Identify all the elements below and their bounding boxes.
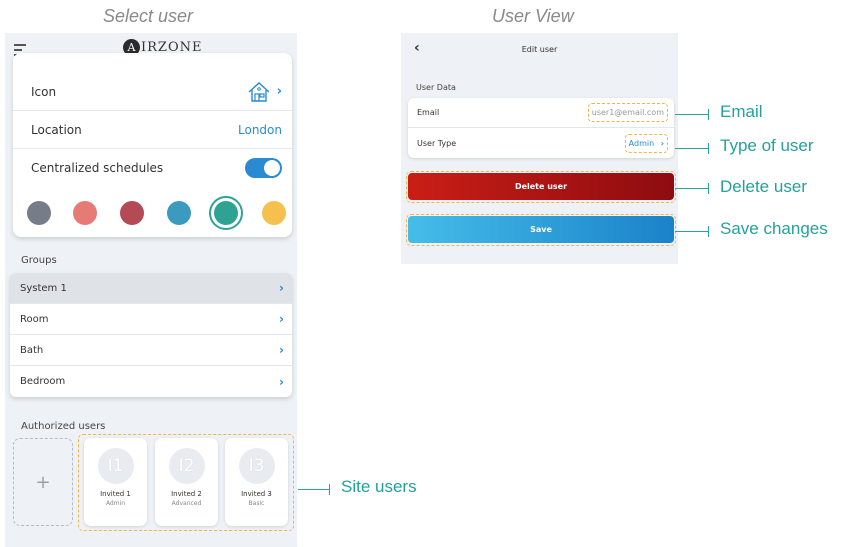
group-row-system-1[interactable]: System 1 › [10,273,292,304]
user-name: Invited 1 [100,490,131,498]
email-label: Email [417,108,440,117]
delete-callout-line [675,188,709,189]
color-swatch-2[interactable] [120,201,144,225]
chevron-right-icon: › [276,84,282,99]
save-label: Save [530,225,552,234]
user-type: Admin [105,500,126,507]
user-data-card: Email user1@email.com User Type Admin › [408,98,674,158]
group-label: Room [20,313,49,325]
chevron-right-icon: › [279,312,284,326]
group-label: Bath [20,344,44,356]
select-user-screen: A IRZONE Icon › Location London Centrali… [5,33,297,547]
color-swatch-5[interactable] [262,201,286,225]
add-user-button[interactable]: + [13,438,73,526]
color-swatch-1[interactable] [73,201,97,225]
group-label: System 1 [20,282,67,294]
user-type: Basic [248,500,265,507]
delete-callout-tick [708,183,709,194]
user-card-invited-2[interactable]: I2 Invited 2 Advanced [155,438,218,526]
color-swatch-3[interactable] [167,201,191,225]
user-name: Invited 2 [171,490,202,498]
color-picker [13,187,292,237]
site-users-callout-tick [329,484,330,495]
chevron-right-icon: › [660,138,664,148]
user-avatar: I2 [168,448,205,484]
delete-user-label: Delete user [514,182,568,191]
icon-row[interactable]: Icon › [13,73,292,111]
schedules-label: Centralized schedules [31,161,164,175]
chevron-right-icon: › [279,374,284,389]
email-field[interactable]: user1@email.com [587,103,668,122]
email-row: Email user1@email.com [408,98,674,128]
schedules-toggle[interactable] [245,158,282,178]
email-callout-line [675,114,709,115]
user-avatar: I3 [238,448,275,484]
email-callout-tick [708,109,709,120]
user-type-value: Admin [628,138,655,148]
house-icon [247,81,271,103]
type-callout-tick [708,143,709,154]
group-row-room[interactable]: Room › [10,304,292,335]
user-avatar: I1 [97,448,134,484]
groups-card: System 1 › Room › Bath › Bedroom › [10,273,292,397]
user-view-screen: ‹ Edit user User Data Email user1@email.… [401,33,678,264]
page-title: Edit user [521,45,558,54]
type-of-user-callout: Type of user [720,136,814,155]
email-value: user1@email.com [591,108,664,117]
group-row-bedroom[interactable]: Bedroom › [10,366,292,397]
save-changes-callout: Save changes [720,219,828,238]
icon-row-label: Icon [31,84,57,99]
group-label: Bedroom [20,376,66,387]
user-type-label: User Type [417,138,457,148]
user-type-row: User Type Admin › [408,128,674,158]
chevron-right-icon: › [279,281,284,295]
delete-user-button[interactable]: Delete user [408,173,674,200]
location-value: London [238,122,282,137]
location-row[interactable]: Location London [13,111,292,149]
save-callout-tick [708,226,709,237]
site-users-callout-line [298,489,329,490]
authorized-users-label: Authorized users [21,421,106,432]
user-card-invited-1[interactable]: I1 Invited 1 Admin [84,438,147,526]
user-type: Advanced [171,500,202,507]
groups-label: Groups [21,255,57,266]
plus-icon: + [35,471,51,493]
group-row-bath[interactable]: Bath › [10,335,292,366]
centralized-schedules-row: Centralized schedules [13,149,292,187]
location-label: Location [31,122,82,137]
caption-select-user: Select user [103,6,194,26]
site-users-callout: Site users [341,477,417,496]
user-name: Invited 3 [241,490,272,498]
email-callout: Email [720,102,763,121]
toggle-knob [264,160,280,176]
chevron-right-icon: › [279,343,284,357]
user-type-selector[interactable]: Admin › [624,133,668,153]
delete-user-callout: Delete user [720,177,807,196]
user-data-label: User Data [416,83,456,92]
site-settings-card: Icon › Location London Centralized sched… [13,53,292,237]
color-swatch-4[interactable] [209,196,243,230]
save-callout-line [675,231,709,232]
user-card-invited-3[interactable]: I3 Invited 3 Basic [225,438,288,526]
save-button[interactable]: Save [408,216,674,243]
caption-user-view: User View [492,6,574,26]
color-swatch-0[interactable] [27,201,51,225]
type-callout-line [675,148,709,149]
